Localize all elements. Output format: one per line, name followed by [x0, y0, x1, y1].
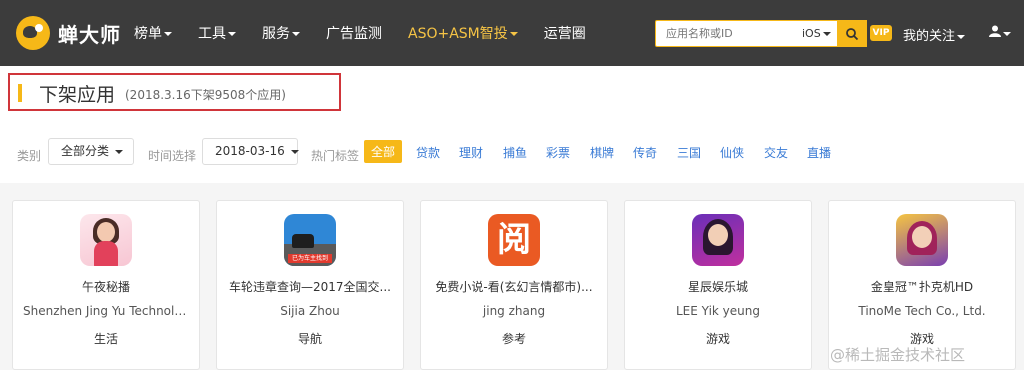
tag-xianxia[interactable]: 仙侠 — [720, 144, 744, 161]
filter-bar: 类别 全部分类 时间选择 2018-03-16 热门标签 全部 贷款 理财 捕鱼… — [0, 138, 1024, 168]
brand-logo[interactable]: 蝉大师 — [16, 16, 121, 50]
hot-tags-label: 热门标签 — [311, 149, 360, 163]
caret-down-icon — [822, 32, 831, 36]
main-nav: 榜单 工具 服务 广告监测 ASO+ASM智投 运营圈 — [134, 23, 612, 43]
tag-lottery[interactable]: 彩票 — [546, 144, 570, 161]
search-button[interactable] — [837, 20, 867, 47]
app-icon-badge: 已为车主找到 — [288, 254, 332, 263]
search-input[interactable] — [666, 27, 796, 40]
app-category: 导航 — [297, 332, 322, 346]
app-card[interactable]: 星辰娱乐城 LEE Yik yeung 游戏 — [624, 200, 812, 370]
tag-loan[interactable]: 贷款 — [416, 144, 440, 161]
app-developer: Sijia Zhou — [280, 304, 340, 318]
caret-down-icon — [290, 149, 299, 154]
app-search-box: iOS — [655, 20, 867, 47]
date-select[interactable]: 2018-03-16 — [202, 138, 299, 165]
app-category: 参考 — [501, 332, 526, 346]
app-developer: TinoMe Tech Co., Ltd. — [858, 304, 986, 318]
nav-item-aso-asm[interactable]: ASO+ASM智投 — [408, 23, 518, 43]
nav-item-rankings[interactable]: 榜单 — [134, 23, 172, 43]
page-title: 下架应用 — [39, 84, 116, 106]
brand-name: 蝉大师 — [58, 22, 121, 47]
app-card[interactable]: 已为车主找到 车轮违章查询—2017全国交... Sijia Zhou 导航 — [216, 200, 404, 370]
app-icon-glyph: 阅 — [497, 220, 531, 260]
app-card[interactable]: 午夜秘播 Shenzhen Jing Yu Technology ... 生活 — [12, 200, 200, 370]
tag-dating[interactable]: 交友 — [764, 144, 788, 161]
cicada-logo-icon — [16, 16, 50, 50]
user-menu[interactable] — [989, 25, 1011, 41]
tag-chess-cards[interactable]: 棋牌 — [590, 144, 614, 161]
page-subtitle: (2018.3.16下架9508个应用) — [125, 88, 286, 102]
app-card-list: 午夜秘播 Shenzhen Jing Yu Technology ... 生活 … — [0, 183, 1024, 370]
vip-badge[interactable]: VIP — [870, 25, 892, 41]
search-icon — [846, 27, 859, 40]
caret-down-icon — [115, 149, 124, 154]
app-category: 游戏 — [705, 332, 730, 346]
app-icon-car: 已为车主找到 — [284, 214, 336, 266]
app-developer: LEE Yik yeung — [676, 304, 760, 318]
category-select[interactable]: 全部分类 — [48, 138, 134, 165]
tag-finance[interactable]: 理财 — [459, 144, 483, 161]
app-name: 午夜秘播 — [81, 280, 130, 294]
time-label: 时间选择 — [148, 149, 197, 163]
app-name: 车轮违章查询—2017全国交... — [229, 280, 391, 294]
tag-fishing[interactable]: 捕鱼 — [503, 144, 527, 161]
app-icon-book: 阅 — [488, 214, 540, 266]
title-accent-bar — [18, 84, 22, 102]
top-navbar: 蝉大师 榜单 工具 服务 广告监测 ASO+ASM智投 运营圈 iOS VIP … — [0, 0, 1024, 66]
user-icon — [989, 25, 1001, 37]
app-name: 金皇冠™扑克机HD — [870, 280, 974, 294]
app-developer: Shenzhen Jing Yu Technology ... — [23, 304, 199, 318]
caret-down-icon — [228, 32, 236, 36]
nav-item-services[interactable]: 服务 — [262, 23, 300, 43]
watermark: @稀土掘金技术社区 — [830, 346, 966, 364]
app-category: 生活 — [93, 332, 118, 346]
caret-down-icon — [957, 34, 966, 39]
app-icon-girl — [80, 214, 132, 266]
tag-three-kingdoms[interactable]: 三国 — [677, 144, 701, 161]
app-card[interactable]: 阅 免费小说-看(玄幻言情都市)... jing zhang 参考 — [420, 200, 608, 370]
category-label: 类别 — [17, 149, 42, 163]
caret-down-icon — [292, 32, 300, 36]
tag-all[interactable]: 全部 — [364, 140, 403, 163]
app-name: 免费小说-看(玄幻言情都市)... — [435, 280, 593, 294]
nav-item-tools[interactable]: 工具 — [198, 23, 236, 43]
app-developer: jing zhang — [482, 304, 546, 318]
app-icon-poker — [896, 214, 948, 266]
tag-live[interactable]: 直播 — [807, 144, 831, 161]
nav-item-ad-monitor[interactable]: 广告监测 — [326, 23, 382, 43]
my-follows-menu[interactable]: 我的关注 — [903, 25, 966, 44]
app-name: 星辰娱乐城 — [687, 280, 748, 294]
caret-down-icon — [509, 32, 518, 36]
tag-legend[interactable]: 传奇 — [633, 144, 657, 161]
platform-select[interactable]: iOS — [802, 27, 831, 40]
caret-down-icon — [164, 32, 172, 36]
app-icon-casino — [692, 214, 744, 266]
title-highlight-box: 下架应用 (2018.3.16下架9508个应用) — [8, 73, 341, 111]
page-header: 下架应用 (2018.3.16下架9508个应用) 类别 全部分类 时间选择 2… — [0, 66, 1024, 183]
caret-down-icon — [1003, 31, 1011, 36]
nav-item-ops-circle[interactable]: 运营圈 — [544, 23, 586, 43]
